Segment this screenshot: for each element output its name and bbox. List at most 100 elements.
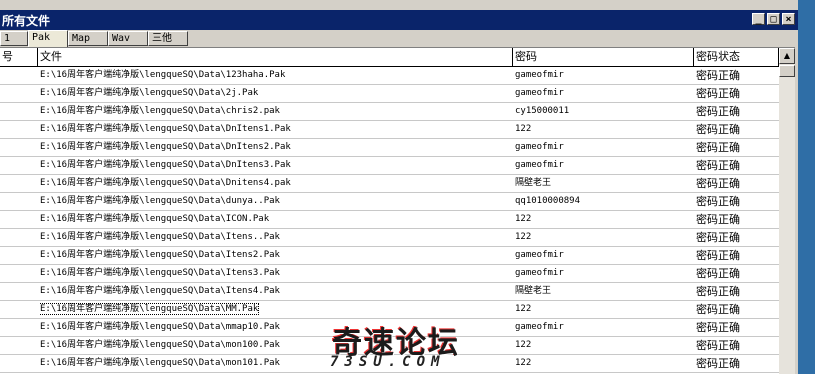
password-cell: 隔壁老王	[515, 286, 552, 296]
table-row[interactable]: E:\16周年客户端纯净版\lengqueSQ\Data\Dnitens4.pa…	[0, 175, 779, 193]
table-row[interactable]: E:\16周年客户端纯净版\lengqueSQ\Data\2j.Pak gameo…	[0, 85, 779, 103]
file-path-cell: E:\16周年客户端纯净版\lengqueSQ\Data\DnItens1.Pa…	[40, 121, 510, 138]
password-status-cell: 密码正确	[696, 159, 740, 172]
table-row[interactable]: E:\16周年客户端纯净版\lengqueSQ\Data\Itens..Pak 1…	[0, 229, 779, 247]
file-path-text: E:\16周年客户端纯净版\lengqueSQ\Data\Itens4.Pak	[40, 286, 280, 296]
tab-wav[interactable]: Wav	[108, 31, 148, 46]
password-status-cell: 密码正确	[696, 303, 740, 316]
table-row[interactable]: E:\16周年客户端纯净版\lengqueSQ\Data\Itens2.Pak g…	[0, 247, 779, 265]
password-cell: gameofmir	[515, 142, 564, 152]
scroll-up-arrow-icon[interactable]: ▲	[779, 48, 795, 64]
password-cell: 122	[515, 214, 532, 224]
password-cell: qq1010000894	[515, 196, 581, 206]
file-path-text: E:\16周年客户端纯净版\lengqueSQ\Data\Itens2.Pak	[40, 250, 280, 260]
file-path-cell: E:\16周年客户端纯净版\lengqueSQ\Data\DnItens2.Pa…	[40, 139, 510, 156]
password-status-cell: 密码正确	[696, 105, 740, 118]
password-cell: 隔壁老王	[515, 178, 552, 188]
file-path-cell: E:\16周年客户端纯净版\lengqueSQ\Data\ICON.Pak	[40, 211, 510, 228]
table-row[interactable]: E:\16周年客户端纯净版\lengqueSQ\Data\DnItens1.Pa…	[0, 121, 779, 139]
table-row[interactable]: E:\16周年客户端纯净版\lengqueSQ\Data\ICON.Pak 122…	[0, 211, 779, 229]
tab-1[interactable]: 1	[0, 31, 28, 46]
file-path-text: E:\16周年客户端纯净版\lengqueSQ\Data\mmap10.Pak	[40, 322, 280, 332]
maximize-button[interactable]: □	[767, 13, 780, 25]
password-cell: 122	[515, 340, 532, 350]
title-bar[interactable]: 所有文件 _ □ ×	[0, 10, 798, 30]
table-row[interactable]: E:\16周年客户端纯净版\lengqueSQ\Data\DnItens2.Pa…	[0, 139, 779, 157]
password-status-cell: 密码正确	[696, 321, 740, 334]
table-row[interactable]: E:\16周年客户端纯净版\lengqueSQ\Data\Itens4.Pak 隔…	[0, 283, 779, 301]
file-path-cell: E:\16周年客户端纯净版\lengqueSQ\Data\chris2.pak	[40, 103, 510, 120]
file-path-text: E:\16周年客户端纯净版\lengqueSQ\Data\ICON.Pak	[40, 214, 270, 224]
password-status-cell: 密码正确	[696, 69, 740, 82]
table-header: 号 文件 密码 密码状态	[0, 48, 779, 67]
tab-other[interactable]: 三他	[148, 31, 188, 46]
table-row[interactable]: E:\16周年客户端纯净版\lengqueSQ\Data\MM.Pak 122 密码…	[0, 301, 779, 319]
file-path-text: E:\16周年客户端纯净版\lengqueSQ\Data\2j.Pak	[40, 88, 259, 98]
file-path-cell: E:\16周年客户端纯净版\lengqueSQ\Data\mon101.Pak	[40, 355, 510, 372]
file-path-text: E:\16周年客户端纯净版\lengqueSQ\Data\DnItens3.Pa…	[40, 160, 291, 170]
password-cell: 122	[515, 232, 532, 242]
password-cell: gameofmir	[515, 250, 564, 260]
tab-map[interactable]: Map	[68, 31, 108, 46]
file-path-cell: E:\16周年客户端纯净版\lengqueSQ\Data\DnItens3.Pa…	[40, 157, 510, 174]
column-header-status[interactable]: 密码状态	[694, 48, 779, 66]
password-cell: gameofmir	[515, 70, 564, 80]
file-path-cell: E:\16周年客户端纯净版\lengqueSQ\Data\MM.Pak	[40, 301, 510, 318]
password-status-cell: 密码正确	[696, 249, 740, 262]
file-path-cell: E:\16周年客户端纯净版\lengqueSQ\Data\2j.Pak	[40, 85, 510, 102]
table-row[interactable]: E:\16周年客户端纯净版\lengqueSQ\Data\Itens3.Pak g…	[0, 265, 779, 283]
file-path-text: E:\16周年客户端纯净版\lengqueSQ\Data\mon100.Pak	[40, 340, 280, 350]
table-row[interactable]: E:\16周年客户端纯净版\lengqueSQ\Data\chris2.pak c…	[0, 103, 779, 121]
table-row[interactable]: E:\16周年客户端纯净版\lengqueSQ\Data\mon101.Pak 1…	[0, 355, 779, 373]
file-path-text: E:\16周年客户端纯净版\lengqueSQ\Data\MM.Pak	[40, 303, 260, 315]
column-header-file[interactable]: 文件	[38, 48, 513, 66]
scroll-thumb[interactable]	[779, 65, 795, 77]
table-row[interactable]: E:\16周年客户端纯净版\lengqueSQ\Data\mmap10.Pak g…	[0, 319, 779, 337]
file-path-cell: E:\16周年客户端纯净版\lengqueSQ\Data\mon100.Pak	[40, 337, 510, 354]
window-controls: _ □ ×	[752, 13, 795, 25]
file-path-cell: E:\16周年客户端纯净版\lengqueSQ\Data\Dnitens4.pa…	[40, 175, 510, 192]
table-row[interactable]: E:\16周年客户端纯净版\lengqueSQ\Data\123haha.Pak…	[0, 67, 779, 85]
close-button[interactable]: ×	[782, 13, 795, 25]
password-status-cell: 密码正确	[696, 339, 740, 352]
file-path-text: E:\16周年客户端纯净版\lengqueSQ\Data\dunya..Pak	[40, 196, 280, 206]
password-cell: 122	[515, 304, 532, 314]
password-status-cell: 密码正确	[696, 123, 740, 136]
password-cell: gameofmir	[515, 88, 564, 98]
minimize-button[interactable]: _	[752, 13, 765, 25]
file-path-text: E:\16周年客户端纯净版\lengqueSQ\Data\mon101.Pak	[40, 358, 280, 368]
table-row[interactable]: E:\16周年客户端纯净版\lengqueSQ\Data\dunya..Pak q…	[0, 193, 779, 211]
password-status-cell: 密码正确	[696, 285, 740, 298]
password-cell: gameofmir	[515, 322, 564, 332]
password-status-cell: 密码正确	[696, 213, 740, 226]
password-status-cell: 密码正确	[696, 87, 740, 100]
file-path-text: E:\16周年客户端纯净版\lengqueSQ\Data\DnItens2.Pa…	[40, 142, 291, 152]
password-status-cell: 密码正确	[696, 141, 740, 154]
column-header-password[interactable]: 密码	[513, 48, 694, 66]
file-path-text: E:\16周年客户端纯净版\lengqueSQ\Data\chris2.pak	[40, 106, 280, 116]
file-path-cell: E:\16周年客户端纯净版\lengqueSQ\Data\123haha.Pak	[40, 67, 510, 84]
file-path-text: E:\16周年客户端纯净版\lengqueSQ\Data\123haha.Pak	[40, 70, 286, 80]
vertical-scrollbar[interactable]: ▲	[779, 48, 795, 374]
file-path-text: E:\16周年客户端纯净版\lengqueSQ\Data\Dnitens4.pa…	[40, 178, 291, 188]
column-header-index[interactable]: 号	[0, 48, 38, 66]
password-status-cell: 密码正确	[696, 231, 740, 244]
tab-pak[interactable]: Pak	[28, 30, 68, 47]
password-cell: gameofmir	[515, 160, 564, 170]
file-path-cell: E:\16周年客户端纯净版\lengqueSQ\Data\Itens4.Pak	[40, 283, 510, 300]
file-path-cell: E:\16周年客户端纯净版\lengqueSQ\Data\mmap10.Pak	[40, 319, 510, 336]
password-status-cell: 密码正确	[696, 195, 740, 208]
password-status-cell: 密码正确	[696, 267, 740, 280]
table-row[interactable]: E:\16周年客户端纯净版\lengqueSQ\Data\mon100.Pak 1…	[0, 337, 779, 355]
file-path-text: E:\16周年客户端纯净版\lengqueSQ\Data\Itens..Pak	[40, 232, 280, 242]
file-path-cell: E:\16周年客户端纯净版\lengqueSQ\Data\Itens..Pak	[40, 229, 510, 246]
table-row[interactable]: E:\16周年客户端纯净版\lengqueSQ\Data\DnItens3.Pa…	[0, 157, 779, 175]
file-table: 号 文件 密码 密码状态 E:\16周年客户端纯净版\lengqueSQ\Dat…	[0, 48, 779, 374]
file-path-text: E:\16周年客户端纯净版\lengqueSQ\Data\Itens3.Pak	[40, 268, 280, 278]
password-cell: 122	[515, 124, 532, 134]
window-border	[795, 30, 798, 374]
tab-bar: 1 Pak Map Wav 三他	[0, 30, 798, 48]
window-title: 所有文件	[2, 14, 51, 28]
file-path-cell: E:\16周年客户端纯净版\lengqueSQ\Data\Itens3.Pak	[40, 265, 510, 282]
password-status-cell: 密码正确	[696, 357, 740, 370]
